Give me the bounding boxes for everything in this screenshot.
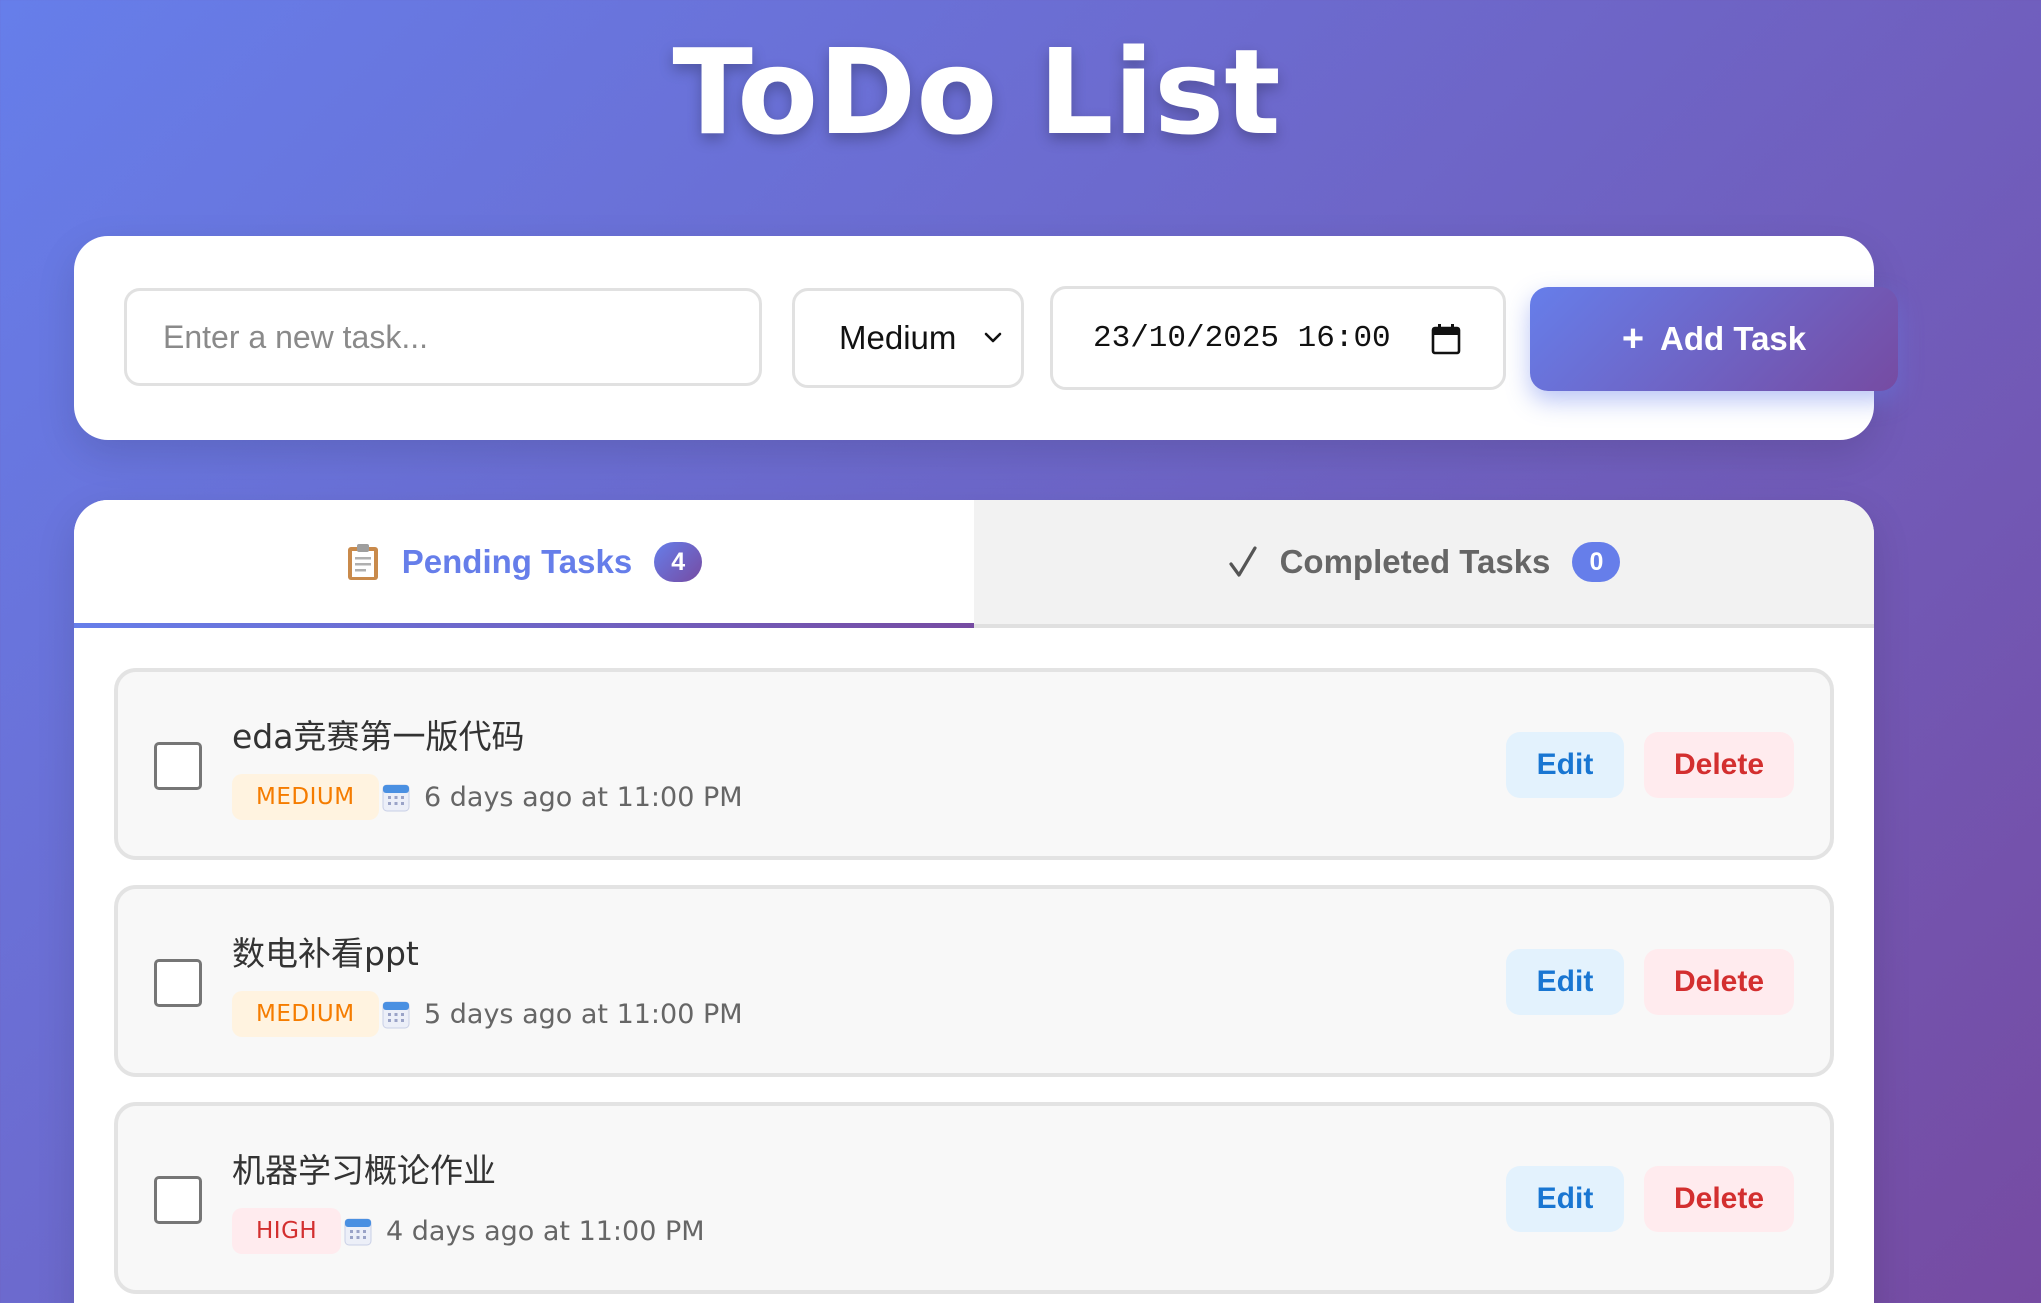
- checkmark-icon: [1228, 545, 1258, 579]
- task-title: 机器学习概论作业: [232, 1151, 496, 1190]
- task-list: eda竞赛第一版代码 MEDIUM 6 days ago at 11:00 PM…: [114, 668, 1834, 1303]
- completed-count-badge: 0: [1572, 542, 1621, 582]
- task-tabs: Pending Tasks 4 Completed Tasks 0: [74, 500, 1874, 628]
- edit-button[interactable]: Edit: [1506, 949, 1624, 1015]
- task-due-text: 5 days ago at 11:00 PM: [424, 998, 743, 1030]
- task-title: eda竞赛第一版代码: [232, 717, 525, 756]
- clipboard-icon: [346, 542, 380, 582]
- add-task-form: Medium 23/10/2025 16:00 + Add Task: [74, 236, 1898, 440]
- tab-pending[interactable]: Pending Tasks 4: [74, 500, 974, 624]
- pending-count-badge: 4: [654, 542, 703, 582]
- priority-badge: MEDIUM: [232, 991, 379, 1037]
- task-checkbox[interactable]: [154, 1176, 202, 1224]
- task-checkbox[interactable]: [154, 959, 202, 1007]
- add-task-label: Add Task: [1660, 320, 1807, 357]
- task-due: 4 days ago at 11:00 PM: [344, 1206, 705, 1256]
- tasks-panel: Pending Tasks 4 Completed Tasks 0 eda竞赛第…: [74, 500, 1874, 1303]
- priority-select[interactable]: Medium: [792, 288, 1024, 388]
- delete-button[interactable]: Delete: [1644, 732, 1794, 798]
- due-datetime-value: 23/10/2025 16:00: [1093, 320, 1391, 356]
- calendar-icon: [382, 784, 410, 812]
- priority-select-value: Medium: [839, 319, 957, 356]
- app-title: ToDo List: [672, 23, 1281, 161]
- edit-button[interactable]: Edit: [1506, 732, 1624, 798]
- calendar-icon: [382, 1001, 410, 1029]
- task-item: 数电补看ppt MEDIUM 5 days ago at 11:00 PM Ed…: [114, 885, 1834, 1077]
- task-item: eda竞赛第一版代码 MEDIUM 6 days ago at 11:00 PM…: [114, 668, 1834, 860]
- task-input[interactable]: [124, 288, 762, 386]
- priority-badge: HIGH: [232, 1208, 342, 1254]
- due-datetime-input[interactable]: 23/10/2025 16:00: [1050, 286, 1506, 390]
- task-checkbox[interactable]: [154, 742, 202, 790]
- task-item: 机器学习概论作业 HIGH 4 days ago at 11:00 PM Edi…: [114, 1102, 1834, 1294]
- tab-pending-label: Pending Tasks: [401, 543, 633, 580]
- delete-button[interactable]: Delete: [1644, 1166, 1794, 1232]
- priority-badge: MEDIUM: [232, 774, 379, 820]
- delete-button[interactable]: Delete: [1644, 949, 1794, 1015]
- tab-completed[interactable]: Completed Tasks 0: [974, 500, 1874, 624]
- task-due: 6 days ago at 11:00 PM: [382, 772, 743, 822]
- chevron-down-icon: [984, 332, 1002, 343]
- add-task-button[interactable]: + Add Task: [1530, 287, 1898, 391]
- active-tab-indicator: [74, 623, 974, 628]
- tab-completed-label: Completed Tasks: [1279, 543, 1551, 580]
- calendar-icon: [344, 1218, 372, 1246]
- task-due-text: 6 days ago at 11:00 PM: [424, 781, 743, 813]
- task-due-text: 4 days ago at 11:00 PM: [386, 1215, 705, 1247]
- calendar-picker-icon[interactable]: [1431, 323, 1461, 355]
- edit-button[interactable]: Edit: [1506, 1166, 1624, 1232]
- plus-icon: +: [1621, 318, 1645, 360]
- task-title: 数电补看ppt: [232, 934, 419, 973]
- task-due: 5 days ago at 11:00 PM: [382, 989, 743, 1039]
